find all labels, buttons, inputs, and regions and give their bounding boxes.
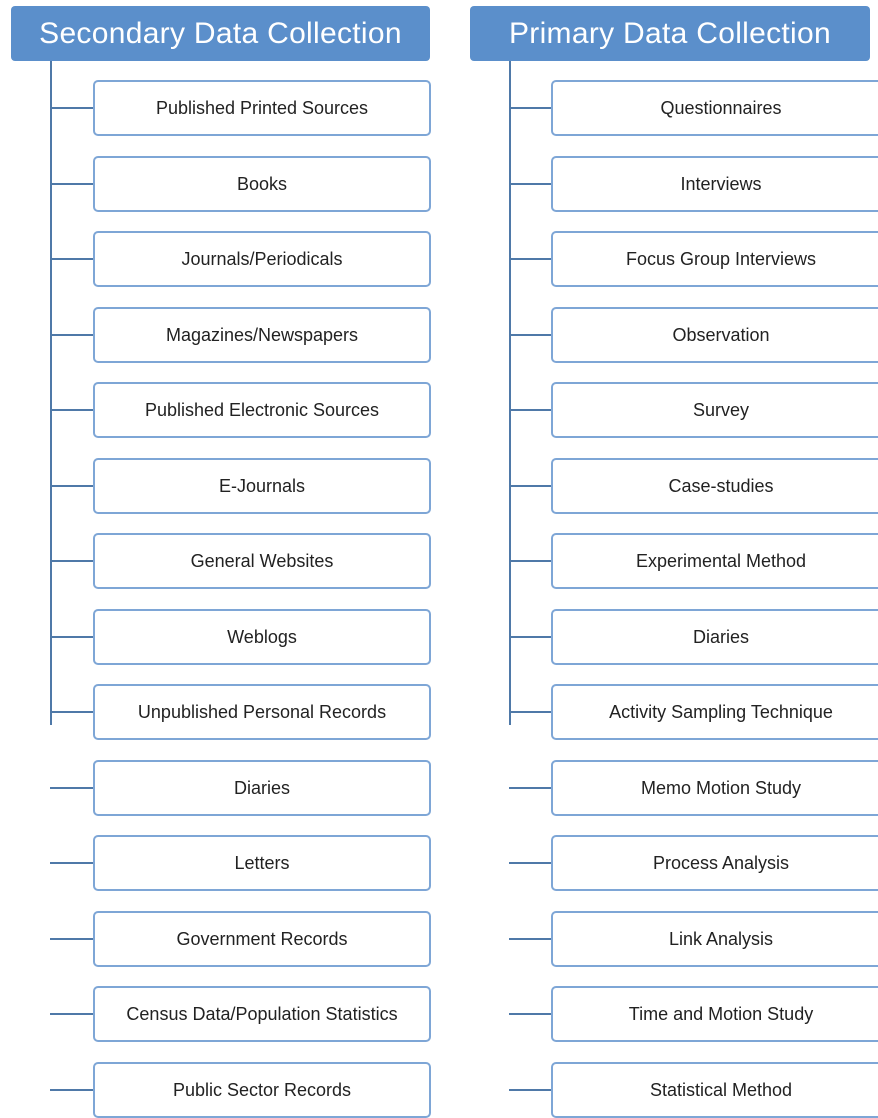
primary-tree-spine (509, 61, 511, 725)
secondary-item-weblogs: Weblogs (93, 609, 431, 665)
primary-connector-experimental-method (509, 560, 551, 562)
primary-connector-diaries (509, 636, 551, 638)
secondary-tree-spine (50, 61, 52, 725)
secondary-item-books: Books (93, 156, 431, 212)
primary-item-focus-group-interviews: Focus Group Interviews (551, 231, 878, 287)
primary-item-questionnaires: Questionnaires (551, 80, 878, 136)
primary-item-activity-sampling-technique: Activity Sampling Technique (551, 684, 878, 740)
secondary-item-general-websites: General Websites (93, 533, 431, 589)
primary-item-time-and-motion-study: Time and Motion Study (551, 986, 878, 1042)
primary-connector-time-and-motion-study (509, 1013, 551, 1015)
secondary-connector-letters (50, 862, 93, 864)
secondary-item-published-printed-sources: Published Printed Sources (93, 80, 431, 136)
secondary-connector-journals-periodicals (50, 258, 93, 260)
primary-item-observation: Observation (551, 307, 878, 363)
primary-connector-observation (509, 334, 551, 336)
secondary-item-letters: Letters (93, 835, 431, 891)
secondary-connector-census-data-population-statistics (50, 1013, 93, 1015)
secondary-item-public-sector-records: Public Sector Records (93, 1062, 431, 1118)
secondary-item-government-records: Government Records (93, 911, 431, 967)
primary-item-diaries: Diaries (551, 609, 878, 665)
primary-connector-case-studies (509, 485, 551, 487)
primary-connector-questionnaires (509, 107, 551, 109)
primary-connector-activity-sampling-technique (509, 711, 551, 713)
secondary-connector-diaries (50, 787, 93, 789)
primary-item-survey: Survey (551, 382, 878, 438)
primary-connector-link-analysis (509, 938, 551, 940)
secondary-connector-unpublished-personal-records (50, 711, 93, 713)
primary-data-collection-header: Primary Data Collection (470, 6, 870, 61)
primary-item-process-analysis: Process Analysis (551, 835, 878, 891)
primary-connector-statistical-method (509, 1089, 551, 1091)
secondary-connector-government-records (50, 938, 93, 940)
secondary-connector-weblogs (50, 636, 93, 638)
secondary-connector-e-journals (50, 485, 93, 487)
secondary-item-unpublished-personal-records: Unpublished Personal Records (93, 684, 431, 740)
primary-connector-focus-group-interviews (509, 258, 551, 260)
secondary-connector-published-printed-sources (50, 107, 93, 109)
primary-item-statistical-method: Statistical Method (551, 1062, 878, 1118)
secondary-connector-public-sector-records (50, 1089, 93, 1091)
primary-item-case-studies: Case-studies (551, 458, 878, 514)
secondary-item-journals-periodicals: Journals/Periodicals (93, 231, 431, 287)
secondary-connector-books (50, 183, 93, 185)
secondary-item-e-journals: E-Journals (93, 458, 431, 514)
data-collection-diagram: Secondary Data Collection Published Prin… (0, 0, 878, 1118)
primary-connector-interviews (509, 183, 551, 185)
primary-connector-memo-motion-study (509, 787, 551, 789)
primary-connector-process-analysis (509, 862, 551, 864)
secondary-data-collection-header: Secondary Data Collection (11, 6, 430, 61)
secondary-item-diaries: Diaries (93, 760, 431, 816)
secondary-connector-magazines-newspapers (50, 334, 93, 336)
secondary-item-magazines-newspapers: Magazines/Newspapers (93, 307, 431, 363)
primary-item-experimental-method: Experimental Method (551, 533, 878, 589)
primary-item-memo-motion-study: Memo Motion Study (551, 760, 878, 816)
secondary-connector-general-websites (50, 560, 93, 562)
primary-item-link-analysis: Link Analysis (551, 911, 878, 967)
secondary-connector-published-electronic-sources (50, 409, 93, 411)
primary-item-interviews: Interviews (551, 156, 878, 212)
primary-connector-survey (509, 409, 551, 411)
secondary-item-census-data-population-statistics: Census Data/Population Statistics (93, 986, 431, 1042)
secondary-item-published-electronic-sources: Published Electronic Sources (93, 382, 431, 438)
